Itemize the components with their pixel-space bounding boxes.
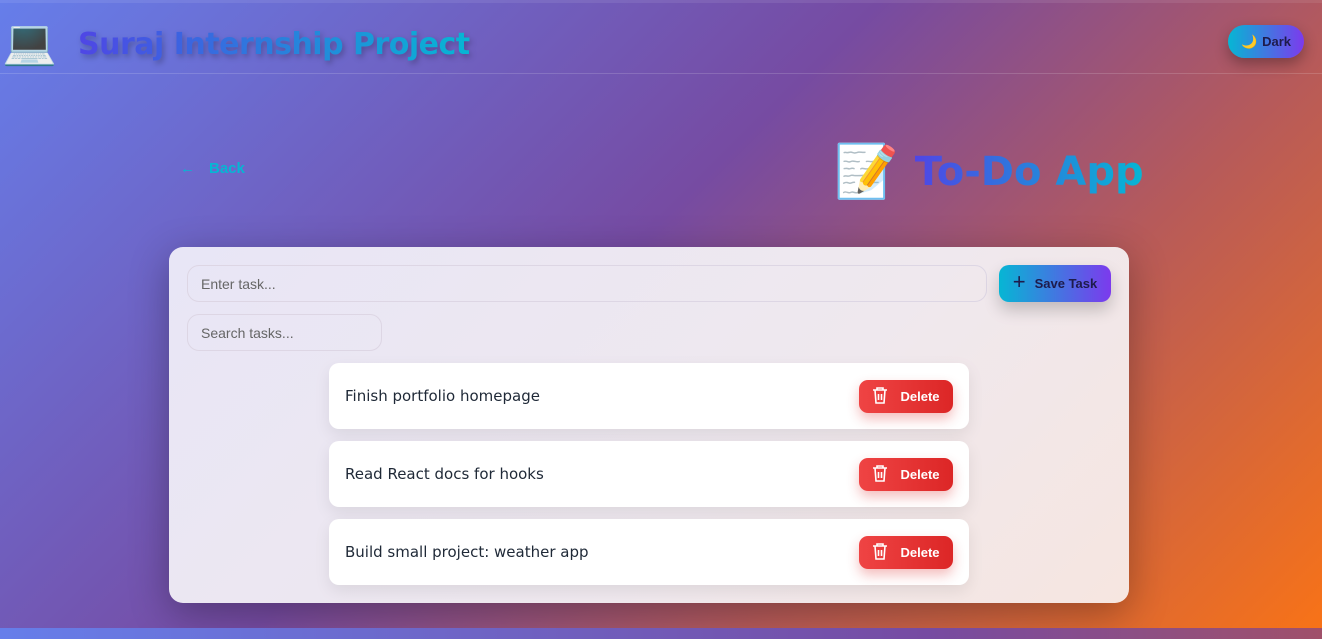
footer-band (0, 628, 1322, 639)
task-item: Read React docs for hooks Delete (329, 441, 969, 507)
plus-icon: + (1012, 268, 1026, 294)
delete-button[interactable]: Delete (859, 535, 953, 569)
page-title-text: To-Do App (914, 149, 1144, 195)
todo-card: + Save Task Finish portfolio homepage De… (169, 247, 1129, 603)
task-text: Finish portfolio homepage (345, 387, 540, 405)
delete-label: Delete (900, 388, 940, 404)
delete-button[interactable]: Delete (859, 457, 953, 491)
app-header: 💻 Suraj Internship Project 🌙 Dark (0, 0, 1322, 74)
search-input[interactable] (187, 314, 382, 351)
task-text: Read React docs for hooks (345, 465, 544, 483)
theme-toggle-label: Dark (1262, 34, 1292, 49)
theme-toggle-button[interactable]: 🌙 Dark (1228, 25, 1304, 58)
arrow-left-icon: ← (180, 160, 195, 177)
memo-icon: 📝 (834, 143, 899, 201)
delete-button[interactable]: Delete (859, 379, 953, 413)
back-label: Back (209, 160, 245, 177)
trash-icon (872, 386, 888, 407)
back-link[interactable]: ← Back (180, 160, 245, 177)
app-title: Suraj Internship Project (78, 27, 470, 62)
task-item: Finish portfolio homepage Delete (329, 363, 969, 429)
page-title: 📝 To-Do App (834, 142, 1144, 202)
delete-label: Delete (900, 544, 940, 560)
laptop-icon: 💻 (2, 18, 57, 67)
task-text: Build small project: weather app (345, 543, 589, 561)
trash-icon (872, 464, 888, 485)
task-item: Build small project: weather app Delete (329, 519, 969, 585)
delete-label: Delete (900, 466, 940, 482)
moon-icon: 🌙 (1240, 33, 1258, 49)
save-task-button[interactable]: + Save Task (999, 265, 1111, 302)
task-input[interactable] (187, 265, 987, 302)
trash-icon (872, 542, 888, 563)
save-task-label: Save Task (1034, 276, 1098, 291)
